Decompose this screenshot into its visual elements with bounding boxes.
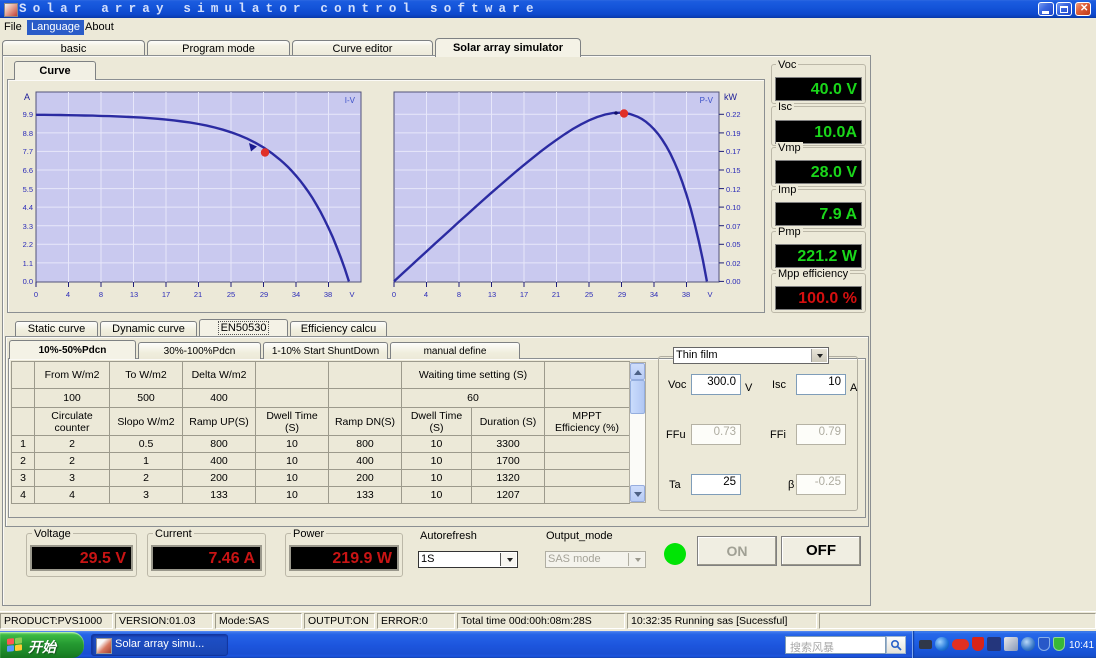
- svg-text:17: 17: [162, 290, 170, 299]
- svg-text:34: 34: [650, 290, 658, 299]
- svg-text:8.8: 8.8: [23, 129, 33, 138]
- svg-text:0.02: 0.02: [726, 259, 741, 268]
- svg-text:5.5: 5.5: [23, 185, 33, 194]
- svg-text:25: 25: [585, 290, 593, 299]
- svg-text:0.19: 0.19: [726, 129, 741, 138]
- svg-text:4: 4: [66, 290, 70, 299]
- svg-text:0.00: 0.00: [726, 277, 741, 286]
- svg-text:4: 4: [424, 290, 428, 299]
- svg-text:38: 38: [324, 290, 332, 299]
- svg-text:I-V: I-V: [345, 96, 356, 105]
- svg-text:13: 13: [130, 290, 138, 299]
- svg-text:29: 29: [260, 290, 268, 299]
- svg-text:6.6: 6.6: [23, 166, 33, 175]
- svg-text:0: 0: [392, 290, 396, 299]
- svg-text:A: A: [24, 92, 30, 102]
- svg-text:25: 25: [227, 290, 235, 299]
- svg-text:0.22: 0.22: [726, 110, 741, 119]
- svg-text:kW: kW: [724, 92, 738, 102]
- svg-text:9.9: 9.9: [23, 110, 33, 119]
- svg-text:0: 0: [34, 290, 38, 299]
- svg-text:13: 13: [488, 290, 496, 299]
- svg-text:21: 21: [194, 290, 202, 299]
- svg-text:1.1: 1.1: [23, 259, 33, 268]
- svg-text:0.10: 0.10: [726, 203, 741, 212]
- svg-text:7.7: 7.7: [23, 147, 33, 156]
- svg-text:29: 29: [618, 290, 626, 299]
- svg-text:34: 34: [292, 290, 300, 299]
- svg-text:0.17: 0.17: [726, 147, 741, 156]
- svg-text:3.3: 3.3: [23, 222, 33, 231]
- svg-text:0.05: 0.05: [726, 240, 741, 249]
- svg-text:8: 8: [99, 290, 103, 299]
- svg-text:8: 8: [457, 290, 461, 299]
- svg-text:V: V: [707, 290, 712, 299]
- svg-text:0.07: 0.07: [726, 222, 741, 231]
- svg-text:0.0: 0.0: [23, 277, 33, 286]
- svg-text:0.12: 0.12: [726, 185, 741, 194]
- svg-text:4.4: 4.4: [23, 203, 33, 212]
- svg-text:0.15: 0.15: [726, 166, 741, 175]
- svg-text:2.2: 2.2: [23, 240, 33, 249]
- svg-text:V: V: [349, 290, 354, 299]
- svg-text:P-V: P-V: [700, 96, 714, 105]
- svg-text:38: 38: [682, 290, 690, 299]
- svg-text:17: 17: [520, 290, 528, 299]
- svg-text:21: 21: [552, 290, 560, 299]
